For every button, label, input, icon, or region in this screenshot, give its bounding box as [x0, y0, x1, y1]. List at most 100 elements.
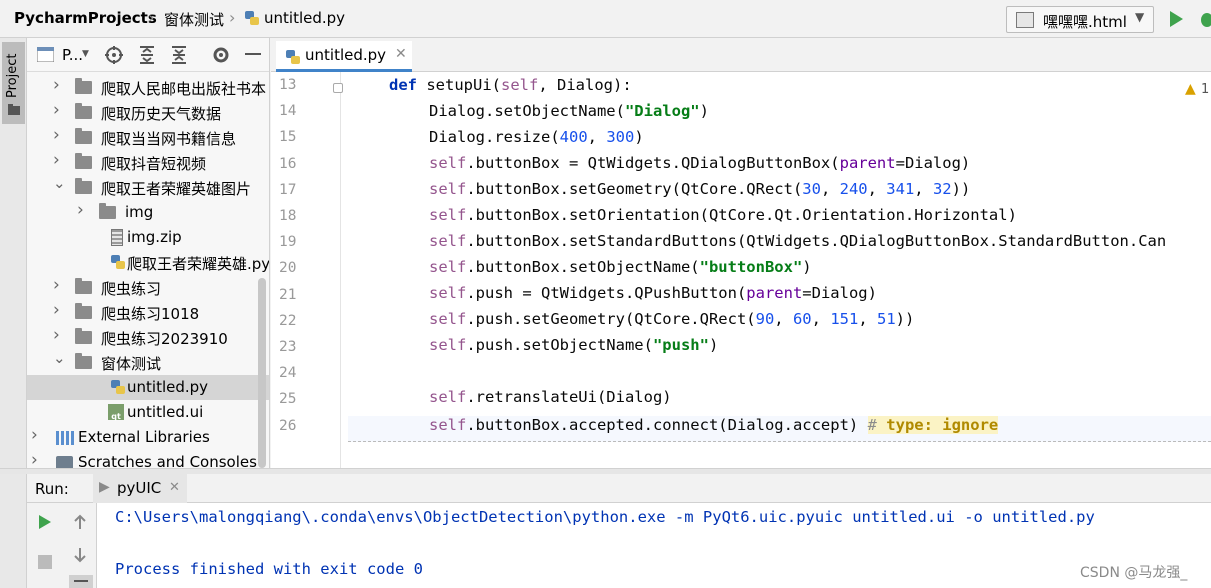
tree-item[interactable]: › 爬取当当网书籍信息 — [27, 125, 269, 150]
folder-icon — [75, 103, 92, 119]
project-view-icon — [37, 47, 54, 62]
tree-item[interactable]: untitled.py — [27, 375, 269, 400]
collapse-all-icon[interactable] — [171, 46, 187, 64]
breadcrumb-project[interactable]: PycharmProjects — [14, 9, 157, 27]
code-line-22: self.push.setGeometry(QtCore.QRect(90, 6… — [429, 310, 915, 328]
chevron-down-icon[interactable]: ▼ — [82, 49, 89, 59]
tree-item[interactable]: › 爬虫练习1018 — [27, 300, 269, 325]
project-panel: P... ▼ › 爬取人民邮电出版社书本 › 爬取历史天气数据 › 爬取当当网书籍信息 › 爬… — [27, 38, 270, 468]
tree-item-label: 爬取当当网书籍信息 — [101, 130, 237, 148]
tree-item-label: 爬取历史天气数据 — [101, 105, 222, 123]
tree-item[interactable]: › img — [27, 200, 269, 225]
chevron-down-icon: ▼ — [1135, 10, 1145, 24]
breadcrumb-separator: › — [229, 8, 236, 27]
run-tab-pyuic[interactable]: ▶ pyUIC ✕ — [93, 474, 187, 503]
folder-icon — [75, 353, 92, 369]
chevron-right-icon[interactable]: › — [53, 325, 60, 345]
code-line-13: def setupUi(self, Dialog): — [389, 76, 632, 94]
python-file-icon — [111, 255, 125, 269]
arrow-up-icon[interactable] — [73, 514, 87, 530]
code-line-19: self.buttonBox.setStandardButtons(QtWidg… — [429, 232, 1167, 250]
locate-icon[interactable] — [105, 46, 123, 64]
breadcrumb-folder[interactable]: 窗体测试 — [164, 9, 224, 30]
tree-item[interactable]: › 爬取历史天气数据 — [27, 100, 269, 125]
run-configuration-select[interactable]: 嘿嘿嘿.html ▼ — [1006, 6, 1154, 33]
python-file-icon — [286, 50, 300, 64]
line-number: 16 — [279, 155, 297, 172]
tree-item[interactable]: › 爬虫练习2023910 — [27, 325, 269, 350]
chevron-right-icon[interactable]: › — [53, 100, 60, 120]
line-number: 23 — [279, 339, 297, 355]
chevron-right-icon[interactable]: › — [31, 425, 38, 445]
tree-scrollbar[interactable] — [258, 278, 266, 468]
tree-item-label: img — [125, 203, 154, 221]
chevron-down-icon[interactable]: ⌄ — [53, 349, 66, 367]
soft-wrap-icon[interactable] — [69, 575, 93, 588]
line-number: 18 — [279, 208, 297, 224]
left-tool-strip: Project — [0, 38, 27, 478]
close-icon[interactable]: ✕ — [169, 480, 180, 495]
tree-item-label: 爬虫练习1018 — [101, 305, 200, 323]
code-line-18: self.buttonBox.setOrientation(QtCore.Qt.… — [429, 206, 1017, 224]
run-tab-label: pyUIC — [117, 479, 162, 497]
tree-item[interactable]: › 爬取人民邮电出版社书本 — [27, 75, 269, 100]
rerun-icon[interactable] — [38, 514, 52, 530]
tab-untitled-py[interactable]: untitled.py ✕ — [276, 41, 412, 72]
line-number: 24 — [279, 365, 297, 382]
fold-icon[interactable] — [333, 83, 343, 93]
chevron-right-icon[interactable]: › — [53, 275, 60, 295]
line-number: 25 — [279, 391, 297, 408]
run-configuration-label: 嘿嘿嘿.html — [1043, 13, 1127, 31]
line-number: 21 — [279, 286, 297, 303]
code-editor[interactable]: untitled.py ✕ 13 14 15 16 17 18 19 20 21 22 23 24 25… — [271, 38, 1211, 468]
chevron-right-icon[interactable]: › — [53, 75, 60, 95]
expand-all-icon[interactable] — [139, 46, 155, 64]
folder-icon — [75, 278, 92, 294]
tree-item-label: untitled.ui — [127, 403, 204, 421]
bottom-tool-strip — [0, 474, 27, 588]
debug-icon[interactable] — [1198, 10, 1211, 28]
hide-panel-icon[interactable] — [245, 53, 261, 57]
project-panel-header: P... ▼ — [27, 38, 269, 72]
tree-item-label: 窗体测试 — [101, 355, 162, 373]
watermark: CSDN @马龙强_ — [1080, 565, 1188, 581]
breadcrumb-separator: › — [148, 8, 155, 27]
breadcrumb-file[interactable]: untitled.py — [264, 9, 345, 27]
tree-item[interactable]: › 爬取抖音短视频 — [27, 150, 269, 175]
run-icon[interactable] — [1168, 10, 1184, 28]
tree-item[interactable]: ⌄ 窗体测试 — [27, 349, 269, 375]
project-tool-tab[interactable]: Project — [2, 42, 25, 124]
project-tool-tab-label: Project — [5, 53, 20, 98]
code-line-16: self.buttonBox = QtWidgets.QDialogButton… — [429, 154, 971, 172]
chevron-right-icon[interactable]: › — [53, 125, 60, 145]
tree-item[interactable]: 爬取王者荣耀英雄.py — [27, 250, 269, 275]
arrow-down-icon[interactable] — [73, 547, 87, 563]
stop-icon[interactable] — [38, 555, 52, 569]
chevron-down-icon[interactable]: ⌄ — [53, 174, 66, 192]
tree-item[interactable]: ⌄ 爬取王者荣耀英雄图片 — [27, 174, 269, 200]
tree-item[interactable]: › 爬虫练习 — [27, 275, 269, 300]
folder-icon — [75, 78, 92, 94]
chevron-right-icon[interactable]: › — [53, 300, 60, 320]
tree-item[interactable]: › External Libraries — [27, 425, 269, 450]
gear-icon[interactable] — [212, 46, 230, 64]
line-number: 17 — [279, 181, 297, 198]
chevron-right-icon[interactable]: › — [77, 200, 84, 220]
tree-item[interactable]: img.zip — [27, 225, 269, 250]
close-icon[interactable]: ✕ — [395, 46, 407, 62]
tree-item-label: img.zip — [127, 228, 182, 246]
tree-item[interactable]: › Scratches and Consoles — [27, 450, 269, 468]
code-line-15: Dialog.resize(400, 300) — [429, 128, 644, 146]
folder-icon — [99, 203, 116, 219]
code-line-14: Dialog.setObjectName("Dialog") — [429, 102, 709, 120]
project-view-select[interactable]: P... — [62, 46, 83, 64]
warning-icon[interactable]: ▲ — [1185, 81, 1196, 97]
chevron-right-icon[interactable]: › — [53, 150, 60, 170]
chevron-right-icon[interactable]: › — [31, 450, 38, 468]
run-toolbar — [27, 503, 97, 588]
code-line-21: self.push = QtWidgets.QPushButton(parent… — [429, 284, 877, 302]
tree-item-label: untitled.py — [127, 378, 209, 396]
python-file-icon — [245, 11, 259, 25]
tree-item[interactable]: qt untitled.ui — [27, 400, 269, 425]
tree-item-label: Scratches and Consoles — [78, 453, 257, 468]
